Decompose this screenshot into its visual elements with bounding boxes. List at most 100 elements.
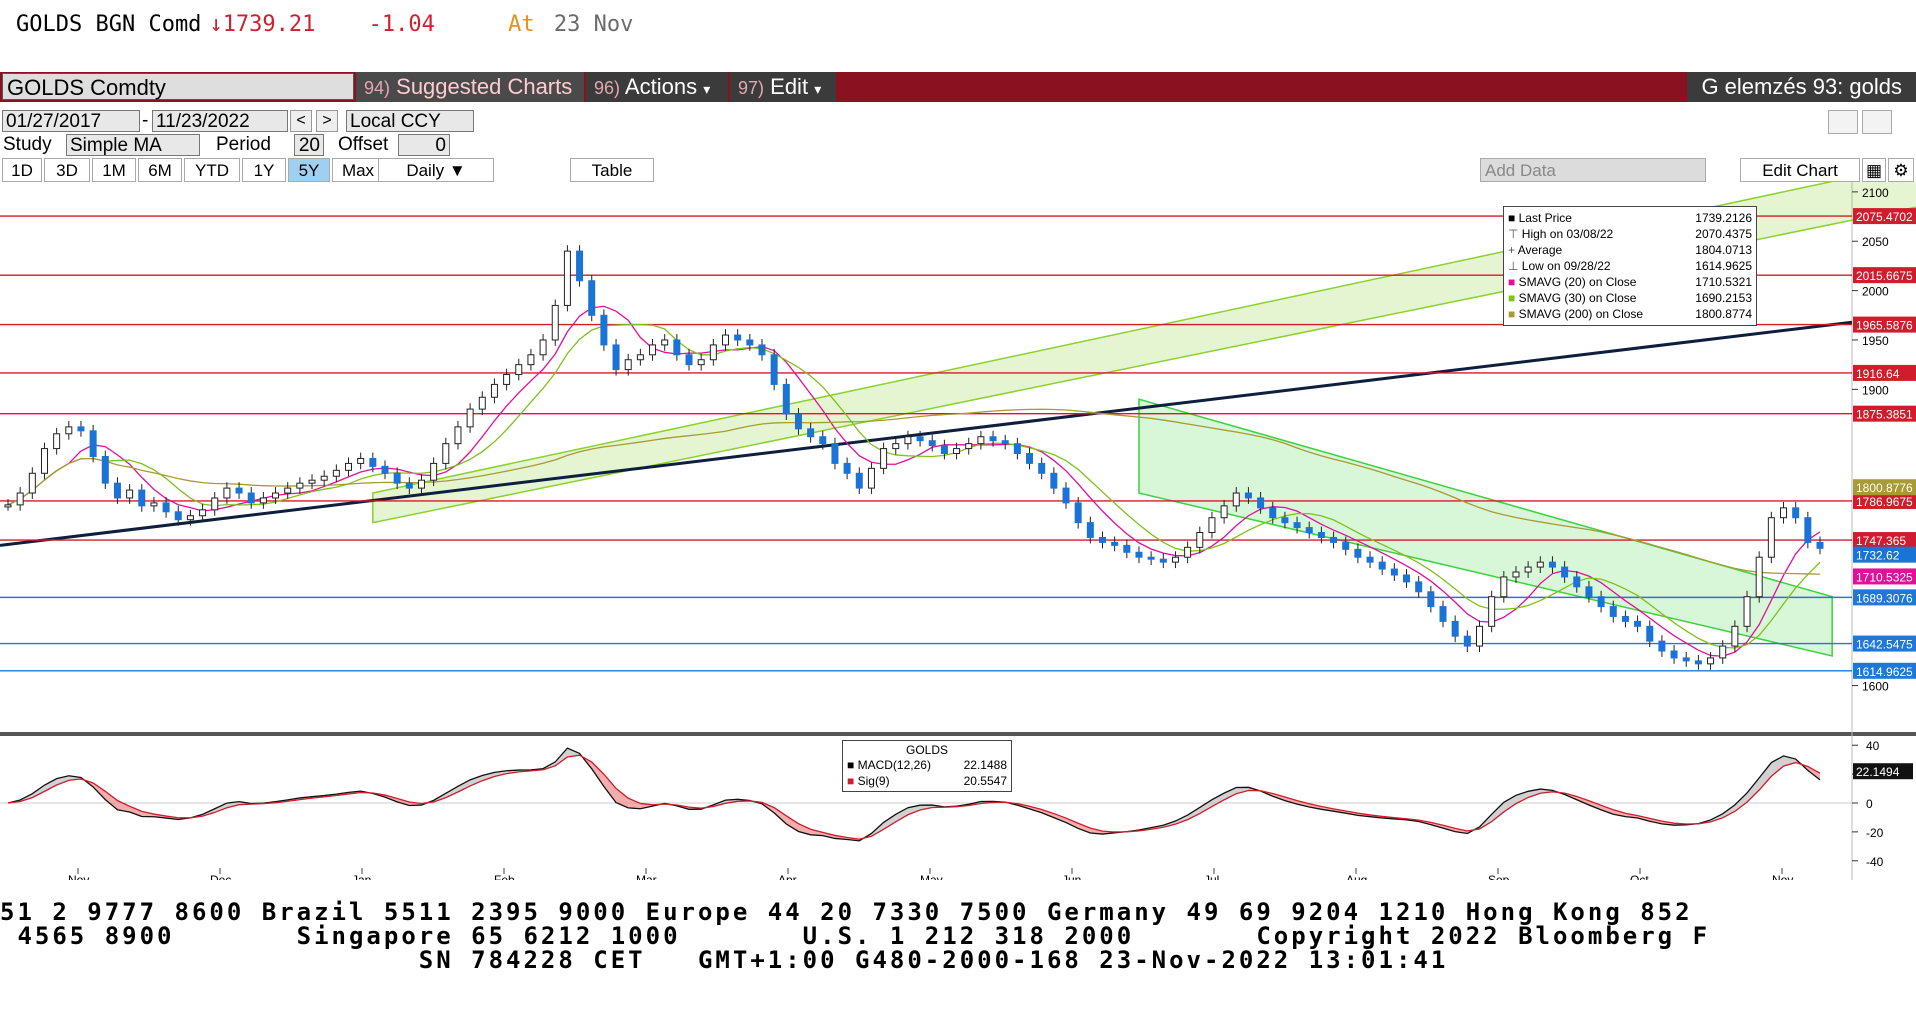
candle-body [40, 448, 48, 474]
candle-body [1463, 635, 1471, 647]
level-label: 1916.64 [1856, 367, 1900, 381]
end-date-field[interactable]: 11/23/2022 [152, 110, 288, 132]
table-button[interactable]: Table [570, 158, 654, 182]
macd-legend-label: MACD(12,26) [857, 758, 931, 772]
period-input[interactable]: 20 [294, 134, 324, 156]
offset-input[interactable]: 0 [398, 134, 450, 156]
candle-body [1573, 576, 1581, 588]
price-tick-label: 2000 [1862, 285, 1889, 299]
candle-body [746, 339, 754, 346]
candle-body [1330, 536, 1338, 543]
candle-body [782, 383, 790, 415]
candle-body [1208, 517, 1216, 534]
candle-body [1062, 487, 1070, 504]
legend-swatch-icon: ⊤ [1508, 227, 1522, 241]
level-label: 1747.365 [1856, 534, 1906, 548]
level-label: 1689.3076 [1856, 591, 1913, 605]
legend-swatch-icon: ■ [1508, 291, 1519, 305]
candle-body [1342, 541, 1350, 550]
candle-body [867, 467, 875, 489]
legend-label: Average [1517, 243, 1563, 257]
candle-body [1232, 492, 1240, 507]
candle-body [1634, 620, 1642, 627]
candle-body [1074, 502, 1082, 524]
candle-body [551, 304, 559, 341]
candle-body [1390, 568, 1398, 576]
legend-swatch-icon: ■ [847, 758, 858, 772]
period-label: Period [216, 134, 271, 155]
macd-tick-label: -20 [1866, 826, 1884, 840]
candle-body [855, 472, 863, 489]
candle-body [965, 443, 973, 450]
edit-num: 97) [738, 78, 765, 98]
undo-icon[interactable] [1828, 110, 1858, 134]
candle-body [527, 354, 535, 366]
x-tick-label: Apr [778, 873, 797, 880]
chevron-down-icon: ▾ [814, 81, 822, 97]
candle-body [332, 469, 340, 477]
candle-body [430, 462, 438, 481]
candle-body [953, 448, 961, 455]
legend-swatch-icon: ■ [847, 774, 858, 788]
actions-num: 96) [594, 78, 621, 98]
candle-body [1670, 650, 1678, 659]
study-select[interactable]: Simple MA [66, 134, 200, 156]
candle-body [819, 436, 827, 445]
candle-body [345, 462, 353, 471]
candle-body [1719, 645, 1727, 659]
candle-body [320, 475, 328, 481]
candle-body [770, 354, 778, 385]
currency-select[interactable]: Local CCY [346, 110, 474, 132]
candle-body [138, 489, 146, 507]
edit-label: Edit [770, 74, 809, 99]
gear-icon[interactable]: ⚙ [1888, 158, 1914, 182]
candle-body [1500, 576, 1508, 598]
chart-settings-icon[interactable]: ▦ [1862, 158, 1886, 182]
add-data-input[interactable]: Add Data [1480, 158, 1706, 182]
range-tab-3d[interactable]: 3D [44, 158, 90, 182]
candle-body [1524, 566, 1532, 573]
range-tab-1d[interactable]: 1D [2, 158, 42, 182]
legend-row: ■ Last Price 1739.2126 [1508, 210, 1752, 226]
edit-chart-button[interactable]: Edit Chart [1740, 158, 1860, 182]
candle-body [1804, 517, 1812, 543]
range-tab-6m[interactable]: 6M [138, 158, 182, 182]
date-separator: - [142, 110, 149, 131]
range-tab-1y[interactable]: 1Y [242, 158, 286, 182]
candle-body [1366, 556, 1374, 563]
range-tab-max[interactable]: Max [332, 158, 384, 182]
candle-body [563, 250, 571, 306]
frequency-select[interactable]: Daily ▼ [378, 158, 494, 182]
legend-swatch-icon: + [1508, 243, 1518, 257]
candle-body [734, 334, 742, 341]
candle-body [1694, 660, 1702, 665]
security-input[interactable]: GOLDS Comdty [2, 73, 354, 100]
candle-body [1743, 596, 1751, 627]
candle-body [1220, 505, 1228, 519]
range-tab-ytd[interactable]: YTD [184, 158, 240, 182]
candle-body [1244, 492, 1252, 499]
candle-body [1257, 497, 1265, 509]
start-date-field[interactable]: 01/27/2017 [2, 110, 140, 132]
at-label: At [508, 12, 535, 37]
previous-period-icon[interactable]: < [290, 110, 312, 132]
candle-body [1026, 453, 1034, 464]
range-tab-1m[interactable]: 1M [92, 158, 136, 182]
suggested-charts-button[interactable]: 94) Suggested Charts [356, 72, 584, 102]
candle-body [940, 445, 948, 455]
macd-legend-label: Sig(9) [857, 774, 890, 788]
macd-last-label: 22.1494 [1856, 765, 1900, 779]
candle-body [1646, 625, 1654, 642]
candle-body [478, 396, 486, 410]
x-tick-label: Jul [1204, 873, 1219, 880]
edit-menu-button[interactable]: 97) Edit ▾ [730, 72, 836, 102]
x-tick-label: Sep [1488, 873, 1510, 880]
next-period-icon[interactable]: > [316, 110, 338, 132]
candle-body [904, 436, 912, 445]
candle-body [503, 374, 511, 385]
actions-menu-button[interactable]: 96) Actions ▾ [586, 72, 728, 102]
legend-label: Last Price [1518, 211, 1572, 225]
range-tab-5y[interactable]: 5Y [288, 158, 330, 182]
redo-icon[interactable] [1862, 110, 1892, 134]
legend-value: 1804.0713 [1695, 243, 1752, 257]
